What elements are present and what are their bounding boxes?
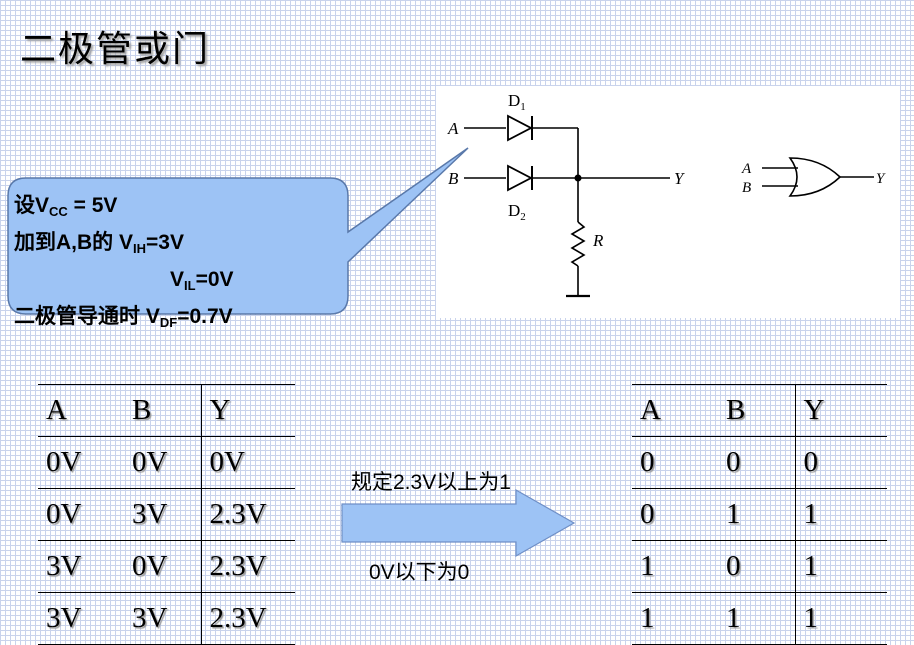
- table-row: 101: [632, 540, 887, 593]
- header-y: Y: [200, 384, 295, 437]
- table-row: 0V 0V 0V: [38, 436, 295, 489]
- callout-line-vih: 加到A,B的 VIH=3V: [14, 231, 184, 256]
- table-cell: 1: [632, 540, 718, 593]
- table-cell: 1: [632, 592, 718, 645]
- gate-output-label: Y: [876, 171, 886, 187]
- gate-input-a-label: A: [741, 161, 752, 177]
- arrow-top-label: 规定2.3V以上为1: [351, 471, 511, 494]
- table-cell: 0: [632, 488, 718, 541]
- table-cell: 0: [718, 436, 795, 489]
- table-row: 000: [632, 436, 887, 489]
- callout-text: 设VCC = 5V 加到A,B的 VIH=3V VIL=0V 二极管导通时 VD…: [14, 190, 344, 338]
- table-cell: 1: [794, 488, 887, 541]
- table-cell: 1: [718, 488, 795, 541]
- table-row: 0V 3V 2.3V: [38, 488, 295, 541]
- table-cell: 0V: [200, 436, 295, 489]
- table-cell: 3V: [124, 488, 201, 541]
- arrow-bottom-label: 0V以下为0: [369, 561, 470, 584]
- table-cell: 1: [794, 540, 887, 593]
- table-cell: 0: [794, 436, 887, 489]
- table-cell: 0: [632, 436, 718, 489]
- table-cell: 1: [794, 592, 887, 645]
- header-a: A: [38, 384, 124, 437]
- header-b: B: [124, 384, 201, 437]
- header-b: B: [718, 384, 795, 437]
- table-cell: 3V: [38, 592, 124, 645]
- diode-d2-label: D2: [508, 201, 526, 223]
- logic-truth-table: A B Y 000 011 101 111: [632, 384, 887, 645]
- table-row: 111: [632, 592, 887, 645]
- table-cell: 3V: [38, 540, 124, 593]
- diode-d1-label: D1: [508, 91, 526, 113]
- gate-input-b-label: B: [742, 180, 751, 196]
- or-gate-symbol: [788, 157, 842, 197]
- table-row: 011: [632, 488, 887, 541]
- table-cell: 2.3V: [200, 488, 295, 541]
- diode-d2-symbol: [507, 164, 533, 192]
- table-cell: 1: [718, 592, 795, 645]
- circuit-diagram: A B Y R A B Y D1 D2: [436, 86, 900, 318]
- callout-line-vdf: 二极管导通时 VDF=0.7V: [14, 305, 233, 330]
- header-y: Y: [794, 384, 887, 437]
- table-cell: 0V: [38, 436, 124, 489]
- resistor-label: R: [592, 231, 604, 250]
- table-cell: 0V: [38, 488, 124, 541]
- table-cell: 3V: [124, 592, 201, 645]
- callout-line-vcc: 设VCC = 5V: [14, 194, 118, 219]
- table-header-row: A B Y: [38, 384, 295, 437]
- header-a: A: [632, 384, 718, 437]
- table-header-row: A B Y: [632, 384, 887, 437]
- table-cell: 0V: [124, 436, 201, 489]
- table-cell: 2.3V: [200, 592, 295, 645]
- output-y-label: Y: [674, 169, 685, 188]
- callout-line-vil: VIL=0V: [170, 268, 234, 293]
- diode-d1-symbol: [507, 114, 533, 142]
- table-row: 3V 0V 2.3V: [38, 540, 295, 593]
- page-title: 二极管或门: [20, 29, 211, 70]
- table-cell: 2.3V: [200, 540, 295, 593]
- conversion-arrow: [341, 488, 576, 558]
- table-cell: 0V: [124, 540, 201, 593]
- table-cell: 0: [718, 540, 795, 593]
- voltage-truth-table: A B Y 0V 0V 0V 0V 3V 2.3V 3V 0V 2.3V 3V 3V 2.3V: [38, 384, 295, 645]
- table-row: 3V 3V 2.3V: [38, 592, 295, 645]
